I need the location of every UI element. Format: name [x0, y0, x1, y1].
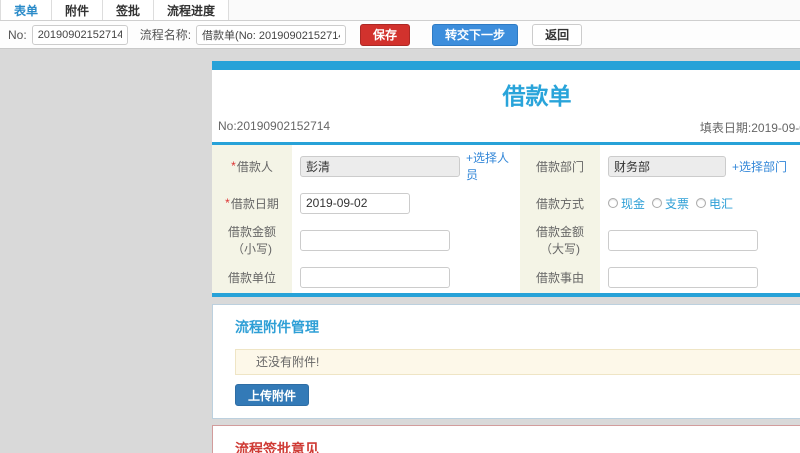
select-person-link[interactable]: +选择人员 [466, 149, 514, 183]
borrower-field: +选择人员 [292, 145, 520, 187]
loan-date-field [292, 187, 520, 219]
form-grid: *借款人 +选择人员借款部门 +选择部门 *借款日期 借款方式现金支票电汇借款金额（小写… [212, 145, 800, 297]
no-attachment-message: 还没有附件! [235, 349, 800, 375]
loan-method-radio-2[interactable]: 电汇 [696, 195, 733, 212]
loan-method-radio-0[interactable]: 现金 [608, 195, 645, 212]
department-field: +选择部门 [600, 145, 800, 187]
attachment-section-title: 流程附件管理 [235, 319, 319, 335]
radio-icon[interactable] [652, 198, 663, 208]
amount-lowercase-label: 借款金额（小写) [212, 219, 292, 261]
action-toolbar: No: 流程名称: 保存 转交下一步 返回 [0, 21, 800, 49]
amount-lowercase-input[interactable] [300, 229, 450, 251]
loan-method-radio-1[interactable]: 支票 [652, 195, 689, 212]
tab-bar: 表单 附件 签批 流程进度 [0, 0, 800, 21]
loan-reason-field [600, 261, 800, 293]
tab-progress[interactable]: 流程进度 [154, 0, 230, 20]
header: 表单附件签批流程进度 No: 流程名称: 保存 转交下一步 返回 [0, 0, 800, 49]
panel-top-bar [212, 61, 800, 70]
tab-attachments[interactable]: 附件 [52, 0, 104, 20]
department-label: 借款部门 [520, 145, 600, 187]
loan-unit-field [292, 261, 520, 293]
back-button[interactable]: 返回 [532, 23, 583, 46]
loan-unit-input[interactable] [300, 266, 450, 288]
upload-attachment-button[interactable]: 上传附件 [235, 384, 310, 406]
loan-method-label: 借款方式 [520, 187, 600, 219]
amount-lowercase-field [292, 219, 520, 261]
amount-uppercase-field [600, 219, 800, 261]
loan-method-field: 现金 支票 电汇 [600, 187, 800, 219]
fill-date: 填表日期:2019-09-02 15:27:1 [699, 121, 800, 135]
no-input[interactable] [31, 24, 128, 45]
loan-reason-label: 借款事由 [520, 261, 600, 293]
loan-form-panel: 借款单 No:20190902152714 填表日期:2019-09-02 15… [212, 61, 800, 297]
required-asterisk: * [231, 159, 236, 173]
loan-date-label: * 借款日期 [212, 187, 292, 219]
screen: 表单附件签批流程进度 No: 流程名称: 保存 转交下一步 返回 借款单 No:… [0, 0, 800, 453]
required-asterisk: * [225, 196, 230, 210]
no-label: No: [8, 27, 27, 42]
approval-panel: 流程签批意见 BIabc” 样式 ▼ 格式 ▼ [212, 425, 800, 453]
radio-icon[interactable] [608, 198, 618, 208]
doc-meta-row: No:20190902152714 填表日期:2019-09-02 15:27:… [212, 117, 800, 145]
attachment-panel: 流程附件管理 还没有附件! 上传附件 [212, 304, 800, 419]
tab-approval[interactable]: 签批 [103, 0, 155, 20]
borrower-input[interactable] [300, 155, 460, 177]
flow-name-label: 流程名称: [139, 28, 192, 42]
approval-section-title: 流程签批意见 [235, 441, 319, 453]
radio-icon[interactable] [696, 198, 707, 208]
amount-uppercase-input[interactable] [608, 229, 758, 251]
next-step-button[interactable]: 转交下一步 [432, 23, 519, 46]
select-department-link[interactable]: +选择部门 [732, 158, 787, 175]
doc-number: No:20190902152714 [218, 119, 331, 133]
flow-name-input[interactable] [196, 24, 347, 45]
loan-unit-label: 借款单位 [212, 261, 292, 293]
department-input[interactable] [608, 155, 726, 177]
amount-uppercase-label: 借款金额（大写) [520, 219, 600, 261]
loan-reason-input[interactable] [608, 266, 758, 288]
tab-form[interactable]: 表单 [0, 0, 53, 20]
loan-date-input[interactable] [300, 192, 410, 214]
form-title: 借款单 [502, 83, 572, 109]
borrower-label: * 借款人 [212, 145, 292, 187]
save-button[interactable]: 保存 [360, 23, 411, 46]
